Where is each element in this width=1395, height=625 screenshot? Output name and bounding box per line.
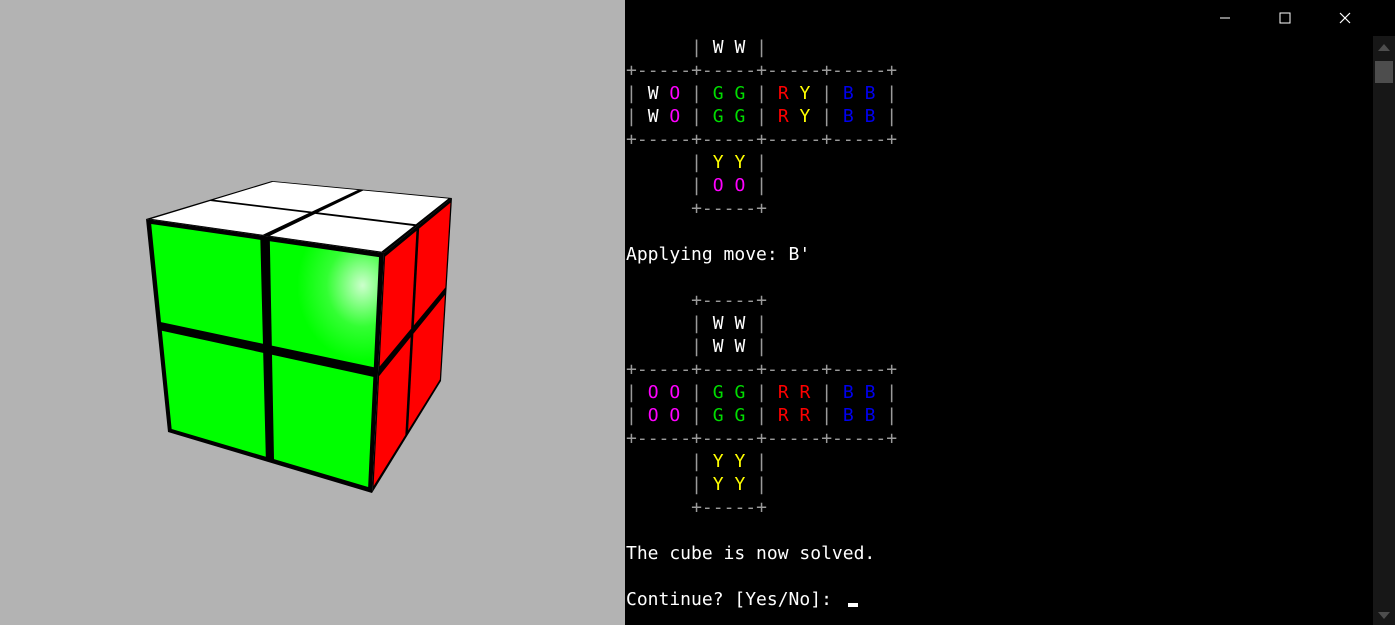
console-line: +-----+-----+-----+-----+ bbox=[626, 129, 898, 150]
console-line: +-----+-----+-----+-----+ bbox=[626, 428, 898, 449]
cube-render bbox=[146, 181, 452, 493]
console-line: | W W | bbox=[691, 37, 767, 58]
console-line: +-----+-----+-----+-----+ bbox=[626, 359, 898, 380]
scroll-thumb[interactable] bbox=[1375, 61, 1393, 83]
console-line: | O O | bbox=[691, 175, 767, 196]
console-line: | Y Y | bbox=[691, 152, 767, 173]
close-button[interactable] bbox=[1315, 0, 1375, 36]
console-window: | W W | +-----+-----+-----+-----+ | W O | … bbox=[625, 0, 1395, 625]
console-line: | W O | G G | R Y | B B | bbox=[626, 106, 898, 127]
console-line: The cube is now solved. bbox=[626, 543, 876, 564]
console-line: | W W | bbox=[691, 336, 767, 357]
console-line: | W O | G G | R Y | B B | bbox=[626, 83, 898, 104]
console-line: Applying move: B' bbox=[626, 244, 811, 265]
console-line: | O O | G G | R R | B B | bbox=[626, 382, 898, 403]
text-cursor bbox=[847, 603, 858, 607]
console-line: | W W | bbox=[691, 313, 767, 334]
console-line: | O O | G G | R R | B B | bbox=[626, 405, 898, 426]
cube-3d-viewport[interactable] bbox=[0, 0, 625, 625]
close-icon bbox=[1339, 12, 1351, 24]
scroll-up-icon[interactable] bbox=[1378, 44, 1390, 51]
console-line: +-----+ bbox=[691, 497, 767, 518]
console-line: +-----+-----+-----+-----+ bbox=[626, 60, 898, 81]
console-line: | Y Y | bbox=[691, 474, 767, 495]
minimize-button[interactable] bbox=[1195, 0, 1255, 36]
maximize-icon bbox=[1279, 12, 1291, 24]
cube-front-face-sticker bbox=[269, 241, 380, 368]
console-output: | W W | +-----+-----+-----+-----+ | W O | … bbox=[626, 36, 897, 611]
console-line: +-----+ bbox=[691, 198, 767, 219]
console-prompt[interactable]: Continue? [Yes/No]: bbox=[626, 588, 897, 611]
scroll-down-icon[interactable] bbox=[1378, 612, 1390, 619]
console-line: +-----+ bbox=[691, 290, 767, 311]
minimize-icon bbox=[1220, 17, 1230, 19]
console-line: | Y Y | bbox=[691, 451, 767, 472]
vertical-scrollbar[interactable] bbox=[1373, 36, 1395, 625]
maximize-button[interactable] bbox=[1255, 0, 1315, 36]
window-titlebar bbox=[1205, 0, 1395, 36]
